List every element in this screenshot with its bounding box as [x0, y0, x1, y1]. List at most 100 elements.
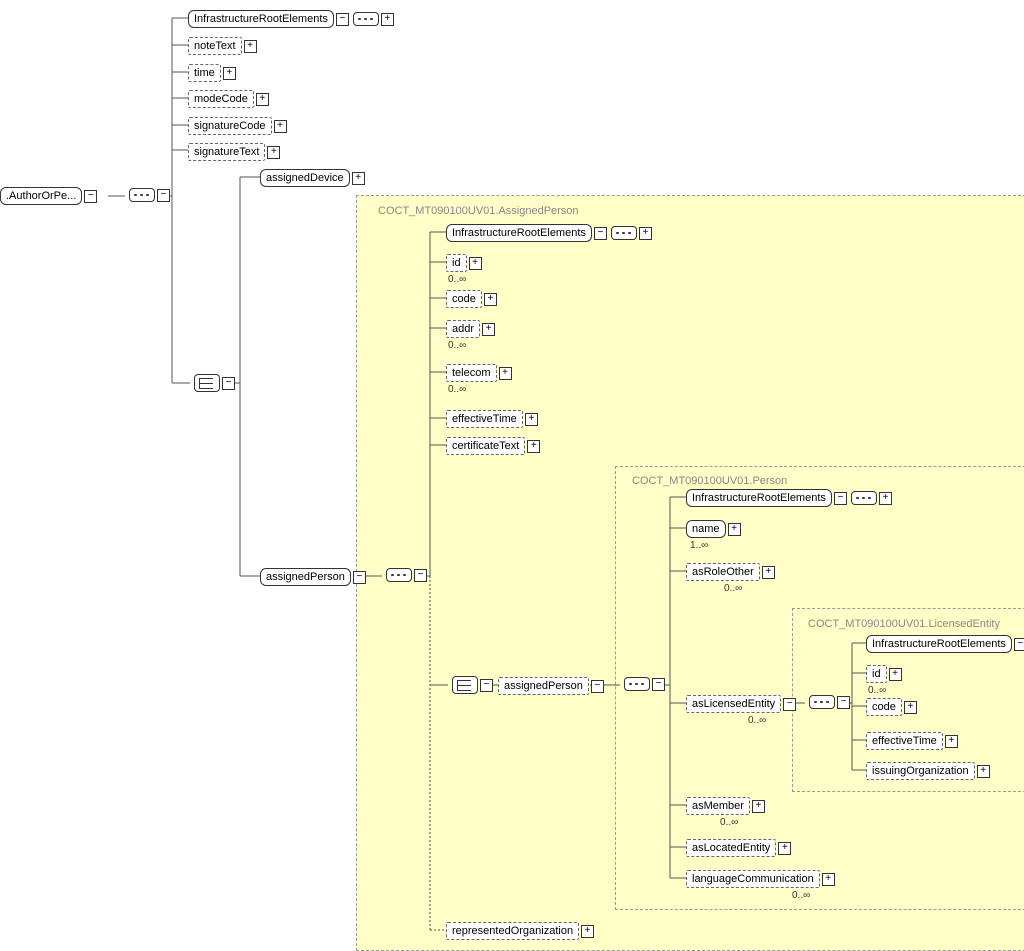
node-certificateText[interactable]: certificateText + — [446, 437, 540, 455]
node-signatureText[interactable]: signatureText + — [188, 143, 280, 161]
expand-icon[interactable]: + — [525, 413, 538, 426]
node-id2[interactable]: id + — [866, 665, 902, 683]
expand-icon[interactable]: + — [752, 800, 765, 813]
label: code — [446, 290, 482, 308]
node-infra4[interactable]: InfrastructureRootElements − — [866, 635, 1024, 653]
node-infra2[interactable]: InfrastructureRootElements − + — [446, 224, 652, 242]
card-asRoleOther: 0..∞ — [724, 583, 742, 594]
expand-icon[interactable]: + — [527, 440, 540, 453]
collapse-icon[interactable]: − — [222, 377, 235, 390]
node-id[interactable]: id + — [446, 254, 482, 272]
label: signatureText — [188, 143, 265, 161]
label: id — [866, 665, 887, 683]
collapse-icon[interactable]: − — [480, 679, 493, 692]
expand-icon[interactable]: + — [822, 873, 835, 886]
group-label-licensed-entity: COCT_MT090100UV01.LicensedEntity — [808, 618, 1000, 630]
node-modeCode[interactable]: modeCode + — [188, 90, 269, 108]
expand-icon[interactable]: + — [352, 172, 365, 185]
node-assignedDevice[interactable]: assignedDevice + — [260, 169, 365, 187]
card-name: 1..∞ — [690, 540, 708, 551]
collapse-icon[interactable]: − — [837, 696, 850, 709]
node-code2[interactable]: code + — [866, 698, 917, 716]
card-asLicensedEntity: 0..∞ — [748, 715, 766, 726]
sequence-icon — [353, 12, 379, 26]
node-assignedPerson-outer[interactable]: assignedPerson − — [260, 568, 366, 586]
node-infra[interactable]: InfrastructureRootElements − + — [188, 10, 394, 28]
seq-ap[interactable]: − — [382, 568, 427, 582]
seq-root[interactable]: − — [125, 188, 170, 202]
node-effectiveTime[interactable]: effectiveTime + — [446, 410, 538, 428]
choice-ap[interactable]: − — [448, 676, 493, 694]
node-noteText[interactable]: noteText + — [188, 37, 257, 55]
label: name — [686, 520, 726, 538]
collapse-icon[interactable]: − — [591, 680, 604, 693]
expand-icon[interactable]: + — [256, 93, 269, 106]
node-effectiveTime2[interactable]: effectiveTime + — [866, 732, 958, 750]
seq-person[interactable]: − — [620, 677, 665, 691]
expand-icon[interactable]: + — [639, 227, 652, 240]
root-label: .AuthorOrPe... — [0, 187, 82, 205]
node-asMember[interactable]: asMember + — [686, 797, 765, 815]
expand-icon[interactable]: + — [904, 701, 917, 714]
node-addr[interactable]: addr + — [446, 320, 495, 338]
label: id — [446, 254, 467, 272]
expand-icon[interactable]: + — [484, 293, 497, 306]
choice-icon — [194, 374, 220, 392]
node-representedOrganization[interactable]: representedOrganization + — [446, 922, 594, 940]
expand-icon[interactable]: + — [469, 257, 482, 270]
label: code — [866, 698, 902, 716]
node-code[interactable]: code + — [446, 290, 497, 308]
expand-icon[interactable]: + — [762, 566, 775, 579]
label: noteText — [188, 37, 242, 55]
expand-icon[interactable]: + — [223, 67, 236, 80]
expand-icon[interactable]: + — [889, 668, 902, 681]
expand-icon[interactable]: + — [499, 367, 512, 380]
expand-icon[interactable]: + — [244, 40, 257, 53]
expand-icon[interactable]: + — [274, 120, 287, 133]
expand-icon[interactable]: + — [977, 765, 990, 778]
node-issuingOrganization[interactable]: issuingOrganization + — [866, 762, 990, 780]
node-infra3[interactable]: InfrastructureRootElements − + — [686, 489, 892, 507]
collapse-icon[interactable]: − — [84, 190, 97, 203]
label: asMember — [686, 797, 750, 815]
expand-icon[interactable]: + — [879, 492, 892, 505]
node-telecom[interactable]: telecom + — [446, 364, 512, 382]
group-label-person: COCT_MT090100UV01.Person — [632, 475, 787, 487]
expand-icon[interactable]: + — [945, 735, 958, 748]
label: time — [188, 64, 221, 82]
node-languageCommunication[interactable]: languageCommunication + — [686, 870, 835, 888]
expand-icon[interactable]: + — [728, 523, 741, 536]
label: representedOrganization — [446, 922, 579, 940]
seq-licensed[interactable]: − — [805, 695, 850, 709]
collapse-icon[interactable]: − — [336, 13, 349, 26]
node-time[interactable]: time + — [188, 64, 236, 82]
collapse-icon[interactable]: − — [414, 569, 427, 582]
label: modeCode — [188, 90, 254, 108]
collapse-icon[interactable]: − — [594, 227, 607, 240]
node-asRoleOther[interactable]: asRoleOther + — [686, 563, 775, 581]
node-signatureCode[interactable]: signatureCode + — [188, 117, 287, 135]
choice-root[interactable]: − — [190, 374, 235, 392]
node-assignedPerson-inner[interactable]: assignedPerson − — [498, 677, 604, 695]
collapse-icon[interactable]: − — [1014, 638, 1024, 651]
collapse-icon[interactable]: − — [652, 678, 665, 691]
collapse-icon[interactable]: − — [834, 492, 847, 505]
expand-icon[interactable]: + — [581, 925, 594, 938]
label: asLicensedEntity — [686, 695, 781, 713]
root-node[interactable]: .AuthorOrPe... − — [0, 187, 97, 205]
node-asLicensedEntity[interactable]: asLicensedEntity − — [686, 695, 796, 713]
collapse-icon[interactable]: − — [783, 698, 796, 711]
choice-icon — [452, 676, 478, 694]
expand-icon[interactable]: + — [778, 842, 791, 855]
collapse-icon[interactable]: − — [157, 189, 170, 202]
expand-icon[interactable]: + — [267, 146, 280, 159]
collapse-icon[interactable]: − — [353, 571, 366, 584]
sequence-icon — [611, 226, 637, 240]
node-name[interactable]: name + — [686, 520, 741, 538]
expand-icon[interactable]: + — [381, 13, 394, 26]
label: assignedPerson — [498, 677, 589, 695]
node-asLocatedEntity[interactable]: asLocatedEntity + — [686, 839, 791, 857]
expand-icon[interactable]: + — [482, 323, 495, 336]
label: issuingOrganization — [866, 762, 975, 780]
sequence-icon — [809, 695, 835, 709]
